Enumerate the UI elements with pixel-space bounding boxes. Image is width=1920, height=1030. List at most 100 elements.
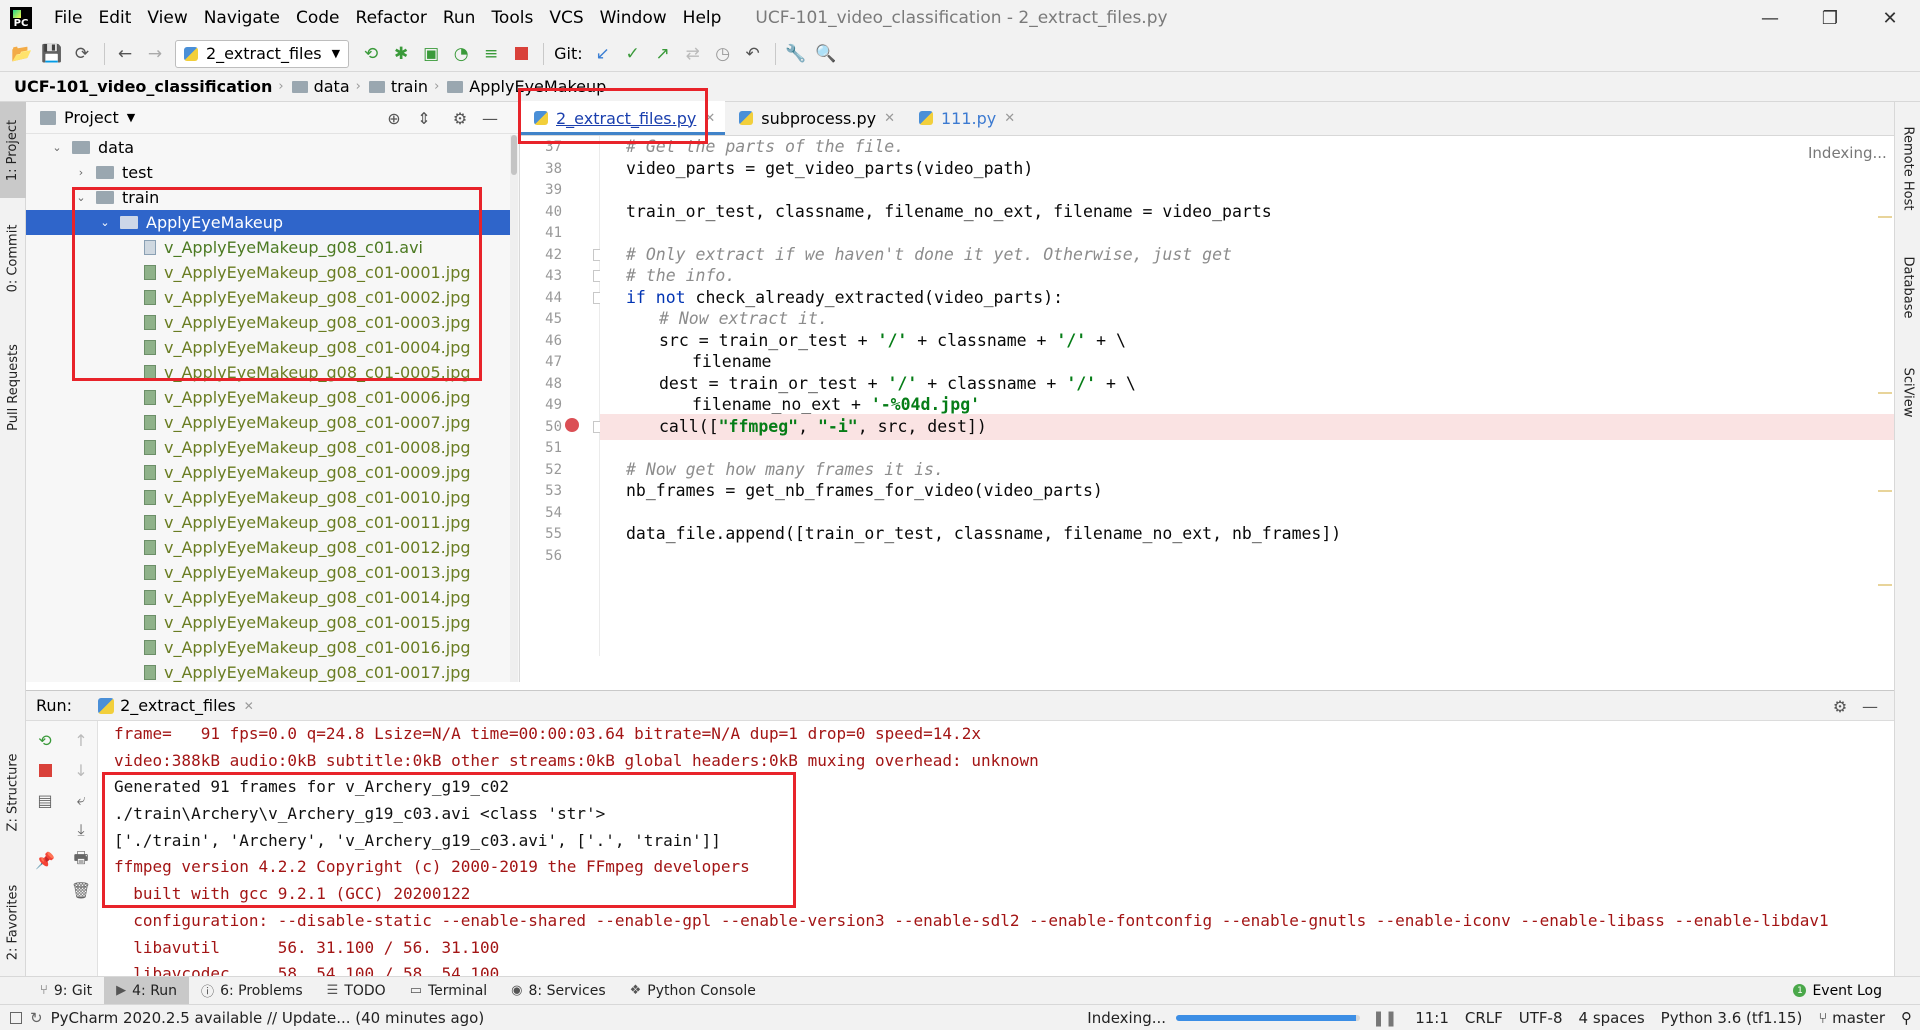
status-message[interactable]: PyCharm 2020.2.5 available // Update... … [51,1009,485,1027]
scrollbar-thumb[interactable] [511,135,517,175]
editor-gutter[interactable]: 37 38 39 40 41 42 43 44 45 46 47 48 49 50 51 52 53 54 55 56 [520,136,603,656]
pin-tab-icon[interactable]: 📌 [32,847,58,873]
tree-file[interactable]: v_ApplyEyeMakeup_g08_c01-0006.jpg [26,385,510,410]
tab-111[interactable]: 111.py ✕ [905,101,1025,135]
breadcrumb-data[interactable]: data [314,77,356,96]
menu-tools[interactable]: Tools [483,8,541,28]
search-icon[interactable]: 🔍 [812,40,840,68]
tree-folder-train[interactable]: ⌄ train [26,185,510,210]
hide-panel-icon[interactable]: — [478,106,502,130]
chevron-down-icon[interactable]: ⌄ [50,141,64,154]
line-separator[interactable]: CRLF [1457,1009,1511,1027]
tree-file[interactable]: v_ApplyEyeMakeup_g08_c01-0002.jpg [26,285,510,310]
tab-2-extract-files[interactable]: 2_extract_files.py ✕ [520,101,726,135]
restore-button[interactable]: ❐ [1800,0,1860,36]
tool-tab-sciview[interactable]: SciView [1895,352,1920,432]
print-icon[interactable]: 🖶 [68,847,94,873]
scrollbar-marker[interactable] [1878,392,1892,394]
layout-icon[interactable]: ▤ [32,787,58,813]
wrench-settings-icon[interactable]: 🔧 [782,40,810,68]
file-encoding[interactable]: UTF-8 [1511,1009,1571,1027]
menu-refactor[interactable]: Refactor [348,8,435,28]
stop-icon[interactable] [32,757,58,783]
scroll-to-end-icon[interactable]: ⤓ [68,817,94,843]
close-tab-icon[interactable]: ✕ [704,111,715,126]
menu-vcs[interactable]: VCS [541,8,591,28]
tree-file[interactable]: v_ApplyEyeMakeup_g08_c01-0004.jpg [26,335,510,360]
scroll-down-icon[interactable]: ↓ [68,757,94,783]
menu-help[interactable]: Help [675,8,730,28]
tree-file[interactable]: v_ApplyEyeMakeup_g08_c01-0013.jpg [26,560,510,585]
chevron-right-icon[interactable]: › [74,166,88,179]
tree-file[interactable]: v_ApplyEyeMakeup_g08_c01-0011.jpg [26,510,510,535]
tree-file[interactable]: v_ApplyEyeMakeup_g08_c01-0012.jpg [26,535,510,560]
tree-file[interactable]: v_ApplyEyeMakeup_g08_c01-0009.jpg [26,460,510,485]
tree-file[interactable]: v_ApplyEyeMakeup_g08_c01-0015.jpg [26,610,510,635]
tool-windows-toggle-icon[interactable] [10,1011,22,1024]
back-arrow-icon[interactable]: ← [111,40,139,68]
project-title[interactable]: Project [64,108,119,127]
history-clock-icon[interactable]: ◷ [709,40,737,68]
tree-file[interactable]: v_ApplyEyeMakeup_g08_c01-0003.jpg [26,310,510,335]
git-pull-requests-icon[interactable]: ⇄ [679,40,707,68]
tool-tab-git[interactable]: ⑂ 9: Git [28,977,104,1005]
tool-tab-problems[interactable]: ⓘ 6: Problems [189,977,315,1005]
rollback-icon[interactable]: ↶ [739,40,767,68]
scrollbar-marker[interactable] [1878,490,1892,492]
tool-tab-commit[interactable]: 0: Commit [0,210,26,306]
menu-code[interactable]: Code [288,8,348,28]
git-branch[interactable]: ⑂ master [1810,1009,1893,1027]
pause-indexing-icon[interactable]: ❚❚ [1368,1009,1407,1027]
run-tab-2-extract-files[interactable]: 2_extract_files ✕ [98,696,254,715]
tree-folder-data[interactable]: ⌄ data [26,135,510,160]
close-window-button[interactable]: ✕ [1860,0,1920,36]
code-line[interactable] [600,543,1894,569]
menu-file[interactable]: File [46,8,90,28]
run-concurrency-icon[interactable]: ≡ [477,40,505,68]
python-interpreter[interactable]: Python 3.6 (tf1.15) [1653,1009,1811,1027]
breakpoint-icon[interactable] [565,417,579,432]
caret-position[interactable]: 11:1 [1407,1009,1457,1027]
indent-setting[interactable]: 4 spaces [1571,1009,1653,1027]
tree-file[interactable]: v_ApplyEyeMakeup_g08_c01-0010.jpg [26,485,510,510]
git-commit-check-icon[interactable]: ✓ [619,40,647,68]
scrollbar-marker[interactable] [1878,216,1892,218]
tool-tab-run[interactable]: ▶ 4: Run [104,976,190,1005]
minimize-button[interactable]: — [1740,0,1800,36]
tree-file[interactable]: v_ApplyEyeMakeup_g08_c01-0008.jpg [26,435,510,460]
menu-window[interactable]: Window [592,8,675,28]
save-all-icon[interactable]: 💾 [38,40,66,68]
close-tab-icon[interactable]: ✕ [244,699,254,713]
gear-icon[interactable]: ⚙ [448,106,472,130]
tree-file[interactable]: v_ApplyEyeMakeup_g08_c01-0016.jpg [26,635,510,660]
tree-file[interactable]: v_ApplyEyeMakeup_g08_c01-0014.jpg [26,585,510,610]
menu-run[interactable]: Run [435,8,484,28]
chevron-down-icon[interactable]: ▼ [127,111,135,124]
tool-tab-database[interactable]: Database [1895,242,1920,332]
chevron-down-icon[interactable]: ⌄ [74,191,88,204]
stop-icon[interactable] [507,40,535,68]
run-console[interactable]: frame= 91 fps=0.0 q=24.8 Lsize=N/A time=… [98,721,1894,977]
tool-tab-remote-host[interactable]: Remote Host [1895,114,1920,222]
trash-clear-icon[interactable]: 🗑 [68,877,94,903]
tool-tab-terminal[interactable]: ▭ Terminal [398,977,499,1005]
tree-file[interactable]: v_ApplyEyeMakeup_g08_c01-0005.jpg [26,360,510,385]
breadcrumb-train[interactable]: train [391,77,434,96]
tool-tab-services[interactable]: ◉ 8: Services [499,977,617,1005]
event-log-button[interactable]: 1 Event Log [1793,983,1882,999]
git-update-icon[interactable]: ↙ [589,40,617,68]
tool-tab-todo[interactable]: ☰ TODO [315,977,398,1005]
collapse-all-icon[interactable]: ⇕ [412,106,436,130]
menu-navigate[interactable]: Navigate [196,8,288,28]
scroll-up-icon[interactable]: ↑ [68,727,94,753]
soft-wrap-icon[interactable]: ⤶ [68,787,94,813]
tree-file[interactable]: v_ApplyEyeMakeup_g08_c01-0007.jpg [26,410,510,435]
tree-folder-applyeyemakeup[interactable]: ⌄ ApplyEyeMakeup [26,210,510,235]
tree-file[interactable]: v_ApplyEyeMakeup_g08_c01-0001.jpg [26,260,510,285]
git-push-icon[interactable]: ↗ [649,40,677,68]
locate-file-icon[interactable]: ⊕ [382,106,406,130]
tool-tab-project[interactable]: 1: Project [0,102,26,198]
tool-tab-pull-requests[interactable]: Pull Requests [0,322,26,452]
tool-tab-favorites[interactable]: 2: Favorites [0,872,26,972]
close-tab-icon[interactable]: ✕ [1004,111,1015,126]
